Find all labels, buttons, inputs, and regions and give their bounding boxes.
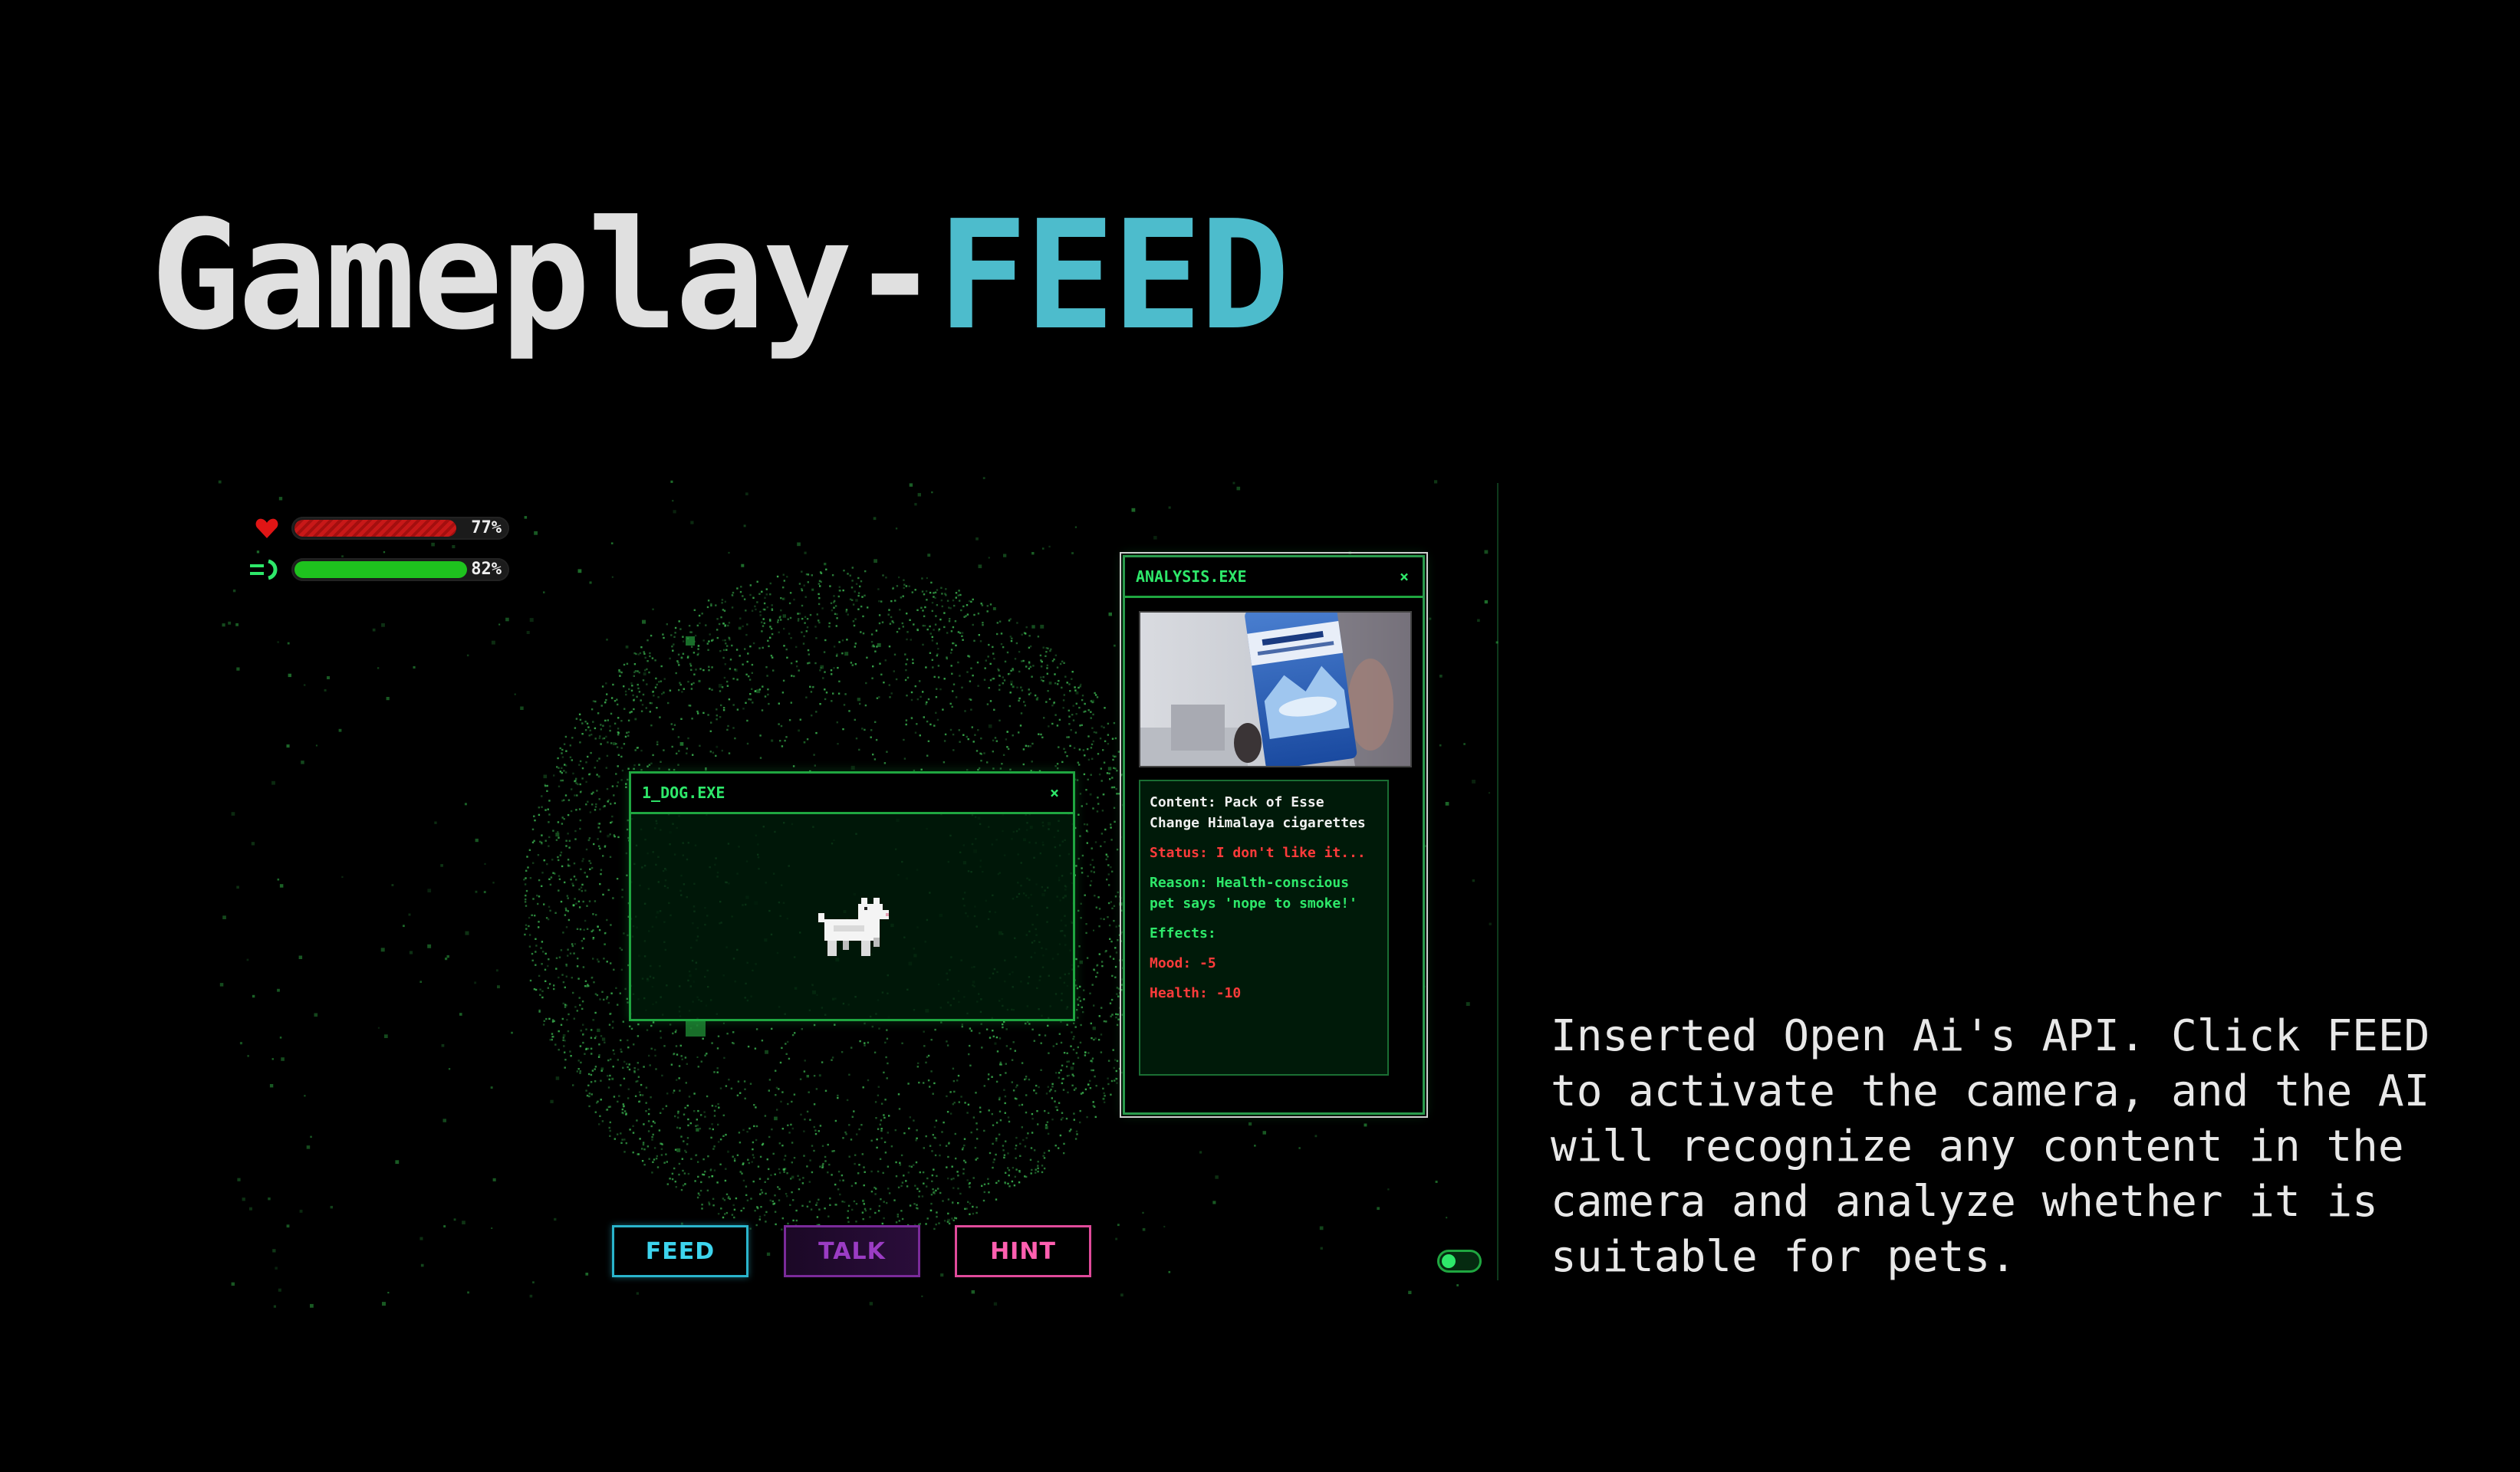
health-stat: 77% [250,515,509,541]
game-screen: 77% 82% 1_DOG.EXE × ANALYSIS.EXE × Conte… [215,475,1500,1311]
analysis-window-titlebar[interactable]: ANALYSIS.EXE × [1125,557,1423,598]
dog-window[interactable]: 1_DOG.EXE × [629,771,1075,1021]
pixel-dog-icon[interactable] [818,895,889,959]
analysis-window[interactable]: ANALYSIS.EXE × Content: Pack of Esse Cha… [1120,552,1428,1118]
analysis-window-title: ANALYSIS.EXE [1136,567,1247,586]
health-value: 77% [471,518,502,537]
dog-window-titlebar[interactable]: 1_DOG.EXE × [631,774,1073,814]
toggle-switch[interactable] [1437,1250,1482,1273]
dog-window-close-icon[interactable]: × [1050,784,1059,802]
energy-value: 82% [471,560,502,579]
slide-title: Gameplay-FEED [150,184,1290,368]
energy-bar: 82% [291,558,509,581]
analysis-health-effect: Health: -10 [1150,985,1242,1001]
dog-window-title: 1_DOG.EXE [642,784,725,802]
analysis-content: Content: Pack of Esse Change Himalaya ci… [1150,794,1366,831]
toggle-knob [1442,1254,1456,1268]
camera-feed-image [1139,611,1412,767]
health-bar: 77% [291,517,509,540]
analysis-result-panel: Content: Pack of Esse Change Himalaya ci… [1139,780,1389,1076]
analysis-status: Status: I don't like it... [1150,845,1366,861]
energy-bar-fill [294,561,467,578]
slide-title-accent: FEED [937,189,1290,363]
analysis-reason: Reason: Health-conscious pet says 'nope … [1150,875,1357,912]
analysis-mood-effect: Mood: -5 [1150,955,1216,971]
health-bar-fill [294,520,456,537]
feed-button[interactable]: FEED [612,1225,748,1277]
analysis-effects-label: Effects: [1150,925,1216,941]
talk-button[interactable]: TALK [784,1225,920,1277]
energy-icon [250,557,284,583]
slide-title-main: Gameplay- [150,189,940,363]
energy-stat: 82% [250,557,509,583]
hint-button[interactable]: HINT [955,1225,1091,1277]
slide-description: Inserted Open Ai's API. Click FEED to ac… [1551,1011,2430,1282]
heart-icon [250,515,284,541]
analysis-window-close-icon[interactable]: × [1400,567,1409,586]
